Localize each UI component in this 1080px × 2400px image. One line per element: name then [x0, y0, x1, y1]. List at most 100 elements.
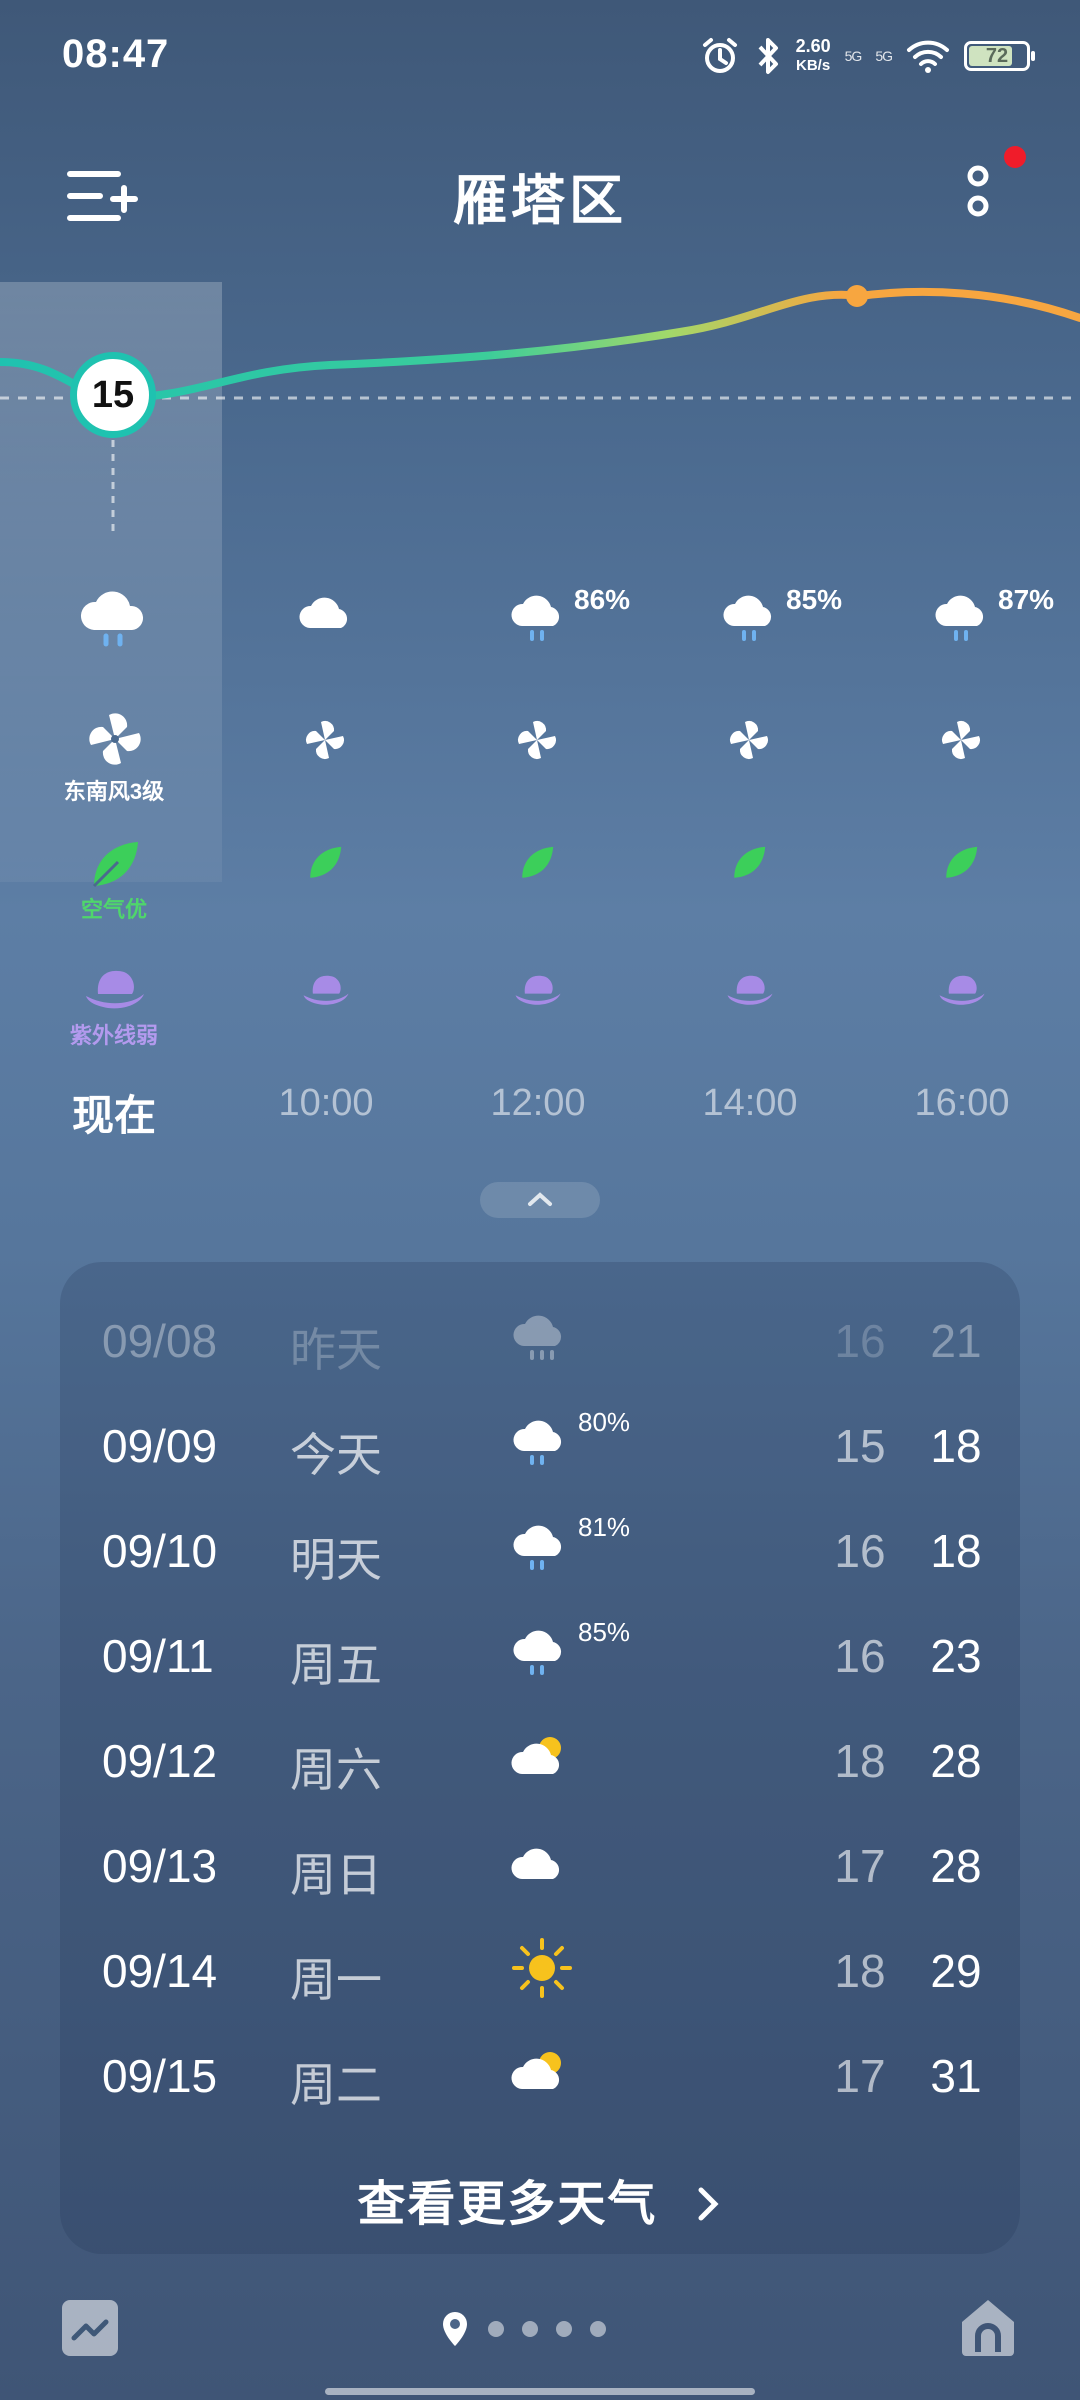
trend-chart-icon — [71, 2319, 109, 2341]
more-weather-link[interactable]: 查看更多天气 — [60, 2164, 1020, 2234]
partly-cloudy-icon — [511, 2052, 561, 2089]
more-weather-label: 查看更多天气 — [357, 2178, 658, 2231]
page-dot[interactable] — [522, 2321, 538, 2337]
daily-high: 18 — [930, 1420, 982, 1472]
rain-cloud-icon — [513, 1630, 562, 1675]
daily-low: 17 — [834, 1840, 886, 1892]
daily-row[interactable]: 09/12 周六 18 28 — [60, 1706, 1020, 1810]
temperature-curve — [0, 285, 1080, 535]
location-pin-icon — [443, 2312, 467, 2346]
uv-hat-icon — [939, 975, 985, 1005]
wind-icon — [306, 721, 344, 759]
daily-date: 09/10 — [102, 1525, 218, 1577]
location-title: 雁塔区 — [453, 171, 627, 231]
uv-hat-icon — [515, 975, 561, 1005]
daily-date: 09/12 — [102, 1735, 218, 1787]
daily-high: 21 — [930, 1315, 982, 1367]
page-dot[interactable] — [590, 2321, 606, 2337]
daily-low: 16 — [834, 1315, 886, 1367]
daily-date: 09/09 — [102, 1420, 218, 1472]
trend-button[interactable] — [62, 2300, 118, 2356]
daily-low: 16 — [834, 1525, 886, 1577]
daily-high: 29 — [930, 1945, 982, 1997]
cellular-signal-1: 5G — [844, 48, 863, 64]
leaf-icon — [310, 846, 342, 878]
precip-1400: 85% — [786, 584, 843, 615]
daily-high: 23 — [930, 1630, 982, 1682]
home-icon[interactable] — [958, 2296, 1018, 2358]
daily-date: 09/13 — [102, 1840, 218, 1892]
uv-label: 紫外线弱 — [69, 1023, 158, 1048]
cloud-icon — [299, 597, 348, 628]
wifi-icon — [907, 40, 949, 73]
daily-row[interactable]: 09/15 周二 17 31 — [60, 2021, 1020, 2125]
net-speed-unit: KB/s — [796, 57, 831, 74]
current-temp-badge: 15 — [70, 352, 156, 438]
leaf-icon — [92, 842, 138, 888]
daily-low: 18 — [834, 1945, 886, 1997]
daily-day: 周日 — [290, 1849, 382, 1901]
daily-day: 昨天 — [290, 1324, 382, 1376]
hour-label-1200: 12:00 — [490, 1082, 586, 1124]
uv-hat-icon — [727, 975, 773, 1005]
alarm-icon — [702, 38, 737, 73]
chevron-right-icon — [698, 2187, 719, 2221]
page-dot[interactable] — [488, 2321, 504, 2337]
leaf-icon — [522, 846, 554, 878]
rain-cloud-icon — [80, 591, 144, 647]
daily-row[interactable]: 09/13 周日 17 28 — [60, 1811, 1020, 1915]
daily-day: 周六 — [290, 1744, 382, 1796]
daily-date: 09/14 — [102, 1945, 218, 1997]
rain-cloud-icon — [511, 595, 560, 641]
hour-label-1000: 10:00 — [278, 1082, 374, 1124]
precip-1600: 87% — [998, 584, 1055, 615]
daily-day: 周一 — [290, 1954, 382, 2006]
leaf-icon — [946, 846, 978, 878]
more-options-button[interactable] — [950, 150, 1010, 230]
wind-icon — [518, 721, 556, 759]
wind-label: 东南风3级 — [63, 779, 165, 804]
page-dot[interactable] — [556, 2321, 572, 2337]
daily-date: 09/11 — [102, 1630, 214, 1682]
rain-cloud-icon — [935, 595, 984, 641]
bluetooth-icon — [758, 38, 778, 74]
page-indicator[interactable] — [440, 2310, 606, 2348]
wind-icon — [942, 721, 980, 759]
hour-label-1400: 14:00 — [702, 1082, 798, 1124]
air-quality-label: 空气优 — [80, 897, 147, 922]
wind-icon — [89, 713, 141, 765]
rain-cloud-icon — [723, 595, 772, 641]
collapse-button[interactable] — [480, 1182, 600, 1218]
rain-cloud-icon — [513, 1315, 562, 1360]
hour-label-1600: 16:00 — [914, 1082, 1010, 1124]
home-indicator[interactable] — [325, 2388, 755, 2395]
daily-low: 18 — [834, 1735, 886, 1787]
rain-cloud-icon — [513, 1420, 562, 1465]
daily-row[interactable]: 09/14 周一 18 29 — [60, 1916, 1020, 2020]
daily-date: 09/08 — [102, 1315, 218, 1367]
battery-icon: 72 — [964, 41, 1035, 71]
status-time: 08:47 — [62, 32, 170, 76]
daily-row[interactable]: 09/11 周五 85% 16 23 — [60, 1601, 1020, 1705]
daily-precip: 81% — [578, 1512, 631, 1542]
daily-high: 18 — [930, 1525, 982, 1577]
chevron-up-icon — [528, 1192, 552, 1206]
uv-hat-icon — [303, 975, 349, 1005]
daily-precip: 80% — [578, 1407, 631, 1437]
daily-low: 16 — [834, 1630, 886, 1682]
wind-icon — [730, 721, 768, 759]
daily-precip: 85% — [578, 1617, 631, 1647]
daily-row[interactable]: 09/08 昨天 16 21 — [60, 1286, 1020, 1390]
hour-label-now: 现在 — [71, 1092, 156, 1139]
daily-row[interactable]: 09/10 明天 81% 16 18 — [60, 1496, 1020, 1600]
daily-low: 17 — [834, 2050, 886, 2102]
daily-day: 明天 — [290, 1534, 382, 1586]
daily-date: 09/15 — [102, 2050, 218, 2102]
status-icons: 2.60 KB/s 5G 5G 72 — [700, 28, 1035, 84]
daily-day: 周五 — [290, 1639, 382, 1691]
battery-percent: 72 — [985, 45, 1009, 67]
sun-icon — [512, 1938, 572, 1998]
daily-row[interactable]: 09/09 今天 80% 15 18 — [60, 1391, 1020, 1495]
daily-day: 周二 — [290, 2059, 382, 2111]
partly-cloudy-icon — [511, 1737, 561, 1774]
